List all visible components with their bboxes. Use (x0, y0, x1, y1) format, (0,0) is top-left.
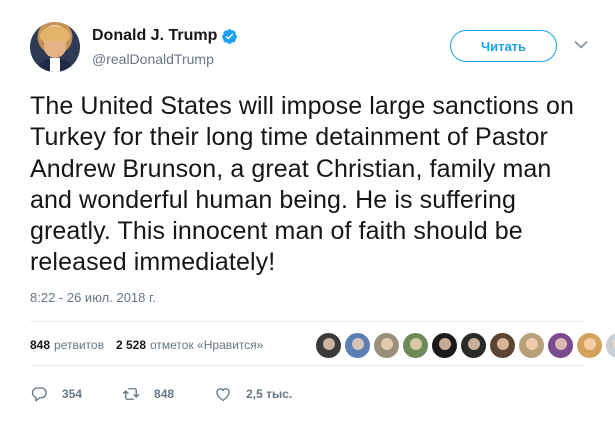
tweet-timestamp[interactable]: 8:22 - 26 июл. 2018 г. (30, 290, 156, 305)
liker-avatar[interactable] (576, 332, 603, 359)
user-name[interactable]: Donald J. Trump (92, 27, 217, 45)
liker-avatar[interactable] (431, 332, 458, 359)
reply-icon (31, 387, 47, 402)
reply-count: 354 (62, 387, 83, 401)
retweet-icon (122, 388, 140, 400)
user-name-row[interactable]: Donald J. Trump (92, 27, 238, 45)
liker-avatar[interactable] (460, 332, 487, 359)
liker-avatar[interactable] (489, 332, 516, 359)
retweets-count[interactable]: 848 (30, 338, 50, 352)
user-handle[interactable]: @realDonaldTrump (92, 51, 214, 67)
avatar-shirt (50, 58, 60, 72)
like-count: 2,5 тыс. (246, 387, 293, 401)
likes-label[interactable]: отметок «Нравится» (150, 338, 263, 352)
tweet-stats: 848 ретвитов 2 528 отметок «Нравится» (30, 338, 275, 352)
avatar[interactable] (30, 22, 80, 72)
tweet-actions: 354 848 2,5 тыс. (30, 385, 332, 403)
tweet-card: Donald J. Trump @realDonaldTrump Читать … (0, 0, 615, 432)
heart-icon (216, 388, 230, 402)
liker-avatar[interactable] (315, 332, 342, 359)
verified-badge-icon (222, 28, 238, 44)
divider (30, 365, 585, 366)
liker-avatar[interactable] (373, 332, 400, 359)
avatar-hair (40, 27, 70, 41)
liker-avatar[interactable] (344, 332, 371, 359)
follow-button[interactable]: Читать (450, 30, 557, 62)
chevron-down-icon[interactable] (574, 40, 588, 50)
retweet-count: 848 (154, 387, 175, 401)
liker-avatar[interactable] (402, 332, 429, 359)
liker-avatar[interactable] (547, 332, 574, 359)
divider (30, 321, 585, 322)
reply-action[interactable]: 354 (30, 385, 82, 403)
liker-avatar[interactable] (518, 332, 545, 359)
liker-avatars[interactable] (315, 332, 615, 359)
likes-count[interactable]: 2 528 (116, 338, 146, 352)
tweet-text: The United States will impose large sanc… (30, 92, 574, 277)
like-action[interactable]: 2,5 тыс. (214, 385, 292, 403)
retweet-action[interactable]: 848 (122, 385, 174, 403)
retweets-label[interactable]: ретвитов (54, 338, 104, 352)
liker-avatar[interactable] (605, 332, 615, 359)
